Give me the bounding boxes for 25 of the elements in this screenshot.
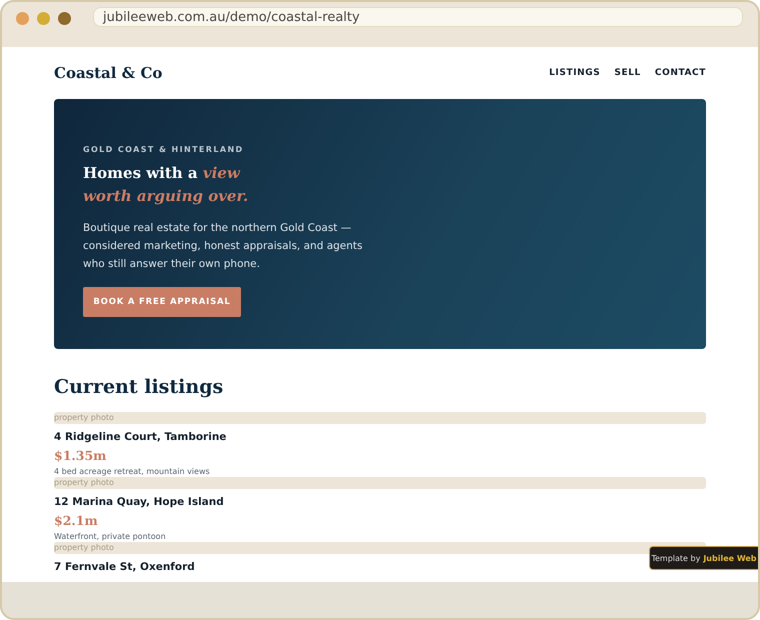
nav-link[interactable]: LISTINGS xyxy=(549,68,600,78)
photo-label: property photo xyxy=(54,542,115,554)
site-logo[interactable]: Coastal & Co xyxy=(54,64,162,82)
listing-address[interactable]: 7 Fernvale St, Oxenford xyxy=(54,561,195,573)
nav-link[interactable]: SELL xyxy=(614,68,641,78)
badge-text: Template by xyxy=(651,554,700,562)
photo-label: property photo xyxy=(54,477,115,489)
template-badge[interactable]: Template by Jubilee Web xyxy=(649,546,758,570)
listing-price: $2.1m xyxy=(54,513,98,528)
section-heading: Current listings xyxy=(54,376,224,398)
window-control[interactable] xyxy=(58,12,71,25)
badge-brand: Jubilee Web xyxy=(703,554,757,562)
listing-description: Waterfront, private pontoon xyxy=(54,532,166,542)
window-control[interactable] xyxy=(16,12,29,25)
nav-link[interactable]: CONTACT xyxy=(654,68,706,78)
photo-label: property photo xyxy=(54,412,115,424)
listing-address[interactable]: 12 Marina Quay, Hope Island xyxy=(54,496,224,508)
hero-eyebrow: GOLD COAST & HINTERLAND xyxy=(83,145,245,154)
listing-description: 4 bed acreage retreat, mountain views xyxy=(54,467,210,477)
hero-text: Boutique real estate for the northern Gold Coast — considered marketing, honest appraisals, and agents who still answer their own phone. xyxy=(83,221,364,272)
window-control[interactable] xyxy=(37,12,50,25)
hero-headline: Homes with a view worth arguing over. xyxy=(83,163,250,207)
listing-address[interactable]: 4 Ridgeline Court, Tamborine xyxy=(54,431,226,443)
listing-price: $1.35m xyxy=(54,448,106,463)
address-bar[interactable]: jubileeweb.com.au/demo/coastal-realty xyxy=(93,7,743,27)
